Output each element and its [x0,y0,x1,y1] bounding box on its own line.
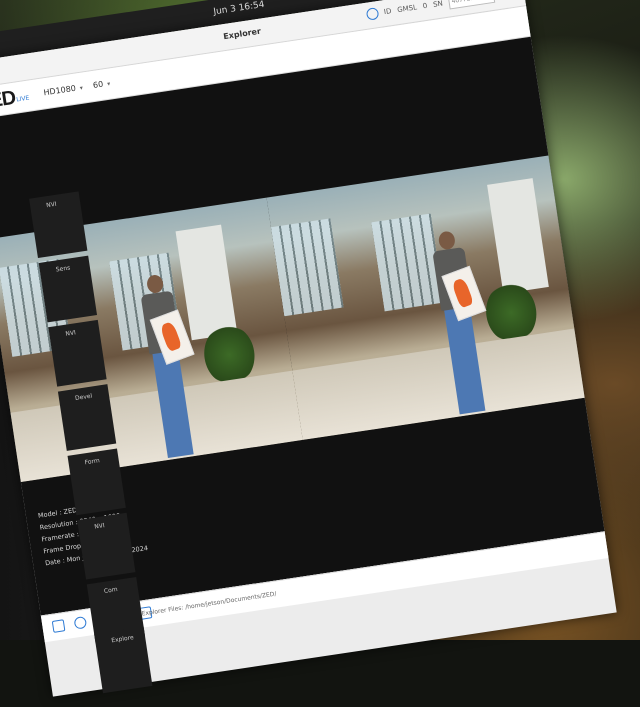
folder-icon[interactable] [51,619,66,633]
zed-logo: ZED [0,86,17,115]
dock-card-label: Com [103,585,119,595]
dock-card[interactable]: Devel [57,384,117,451]
serial-number-field[interactable]: 407722098 [447,0,496,10]
camera-type: GMSL [396,3,418,15]
dock-card[interactable]: Form [67,448,126,516]
dock-card-label: Explore [110,634,135,645]
camera-id[interactable]: 0 [422,2,428,11]
system-clock: Jun 3 16:54 [212,0,266,18]
dock-card-label: Sens [55,264,71,274]
resolution-value: HD1080 [42,83,77,98]
record-icon[interactable] [73,615,88,630]
monitor-screen: Jun 3 16:54 Explorer ID GMSL 0 SN 407722… [0,0,626,697]
dock-card[interactable]: Sens [38,255,98,323]
dock-card-label: NVI [45,200,58,210]
serial-number-label: SN [432,0,444,9]
dock-card[interactable]: NVI [29,191,88,259]
right-camera-image [266,155,585,440]
dock-card-label: NVI [65,329,77,338]
chevron-down-icon: ▾ [79,84,84,92]
dock-card-label: Form [84,457,101,467]
fps-value: 60 [92,79,104,90]
dock-card-label: NVI [93,522,106,531]
refresh-icon[interactable] [365,7,379,21]
fps-select[interactable]: 60 ▾ [92,79,110,90]
dock-card-label: Devel [74,392,93,403]
chevron-down-icon: ▾ [106,80,111,88]
dock-card[interactable]: NVI [77,512,136,580]
camera-id-prefix: ID [383,7,392,17]
resolution-select[interactable]: HD1080 ▾ [43,83,83,98]
dock-card[interactable]: NVI [48,319,107,387]
dock-card[interactable]: Explore [94,626,153,694]
live-label: LIVE [15,94,30,104]
settings-icon[interactable] [499,0,513,1]
